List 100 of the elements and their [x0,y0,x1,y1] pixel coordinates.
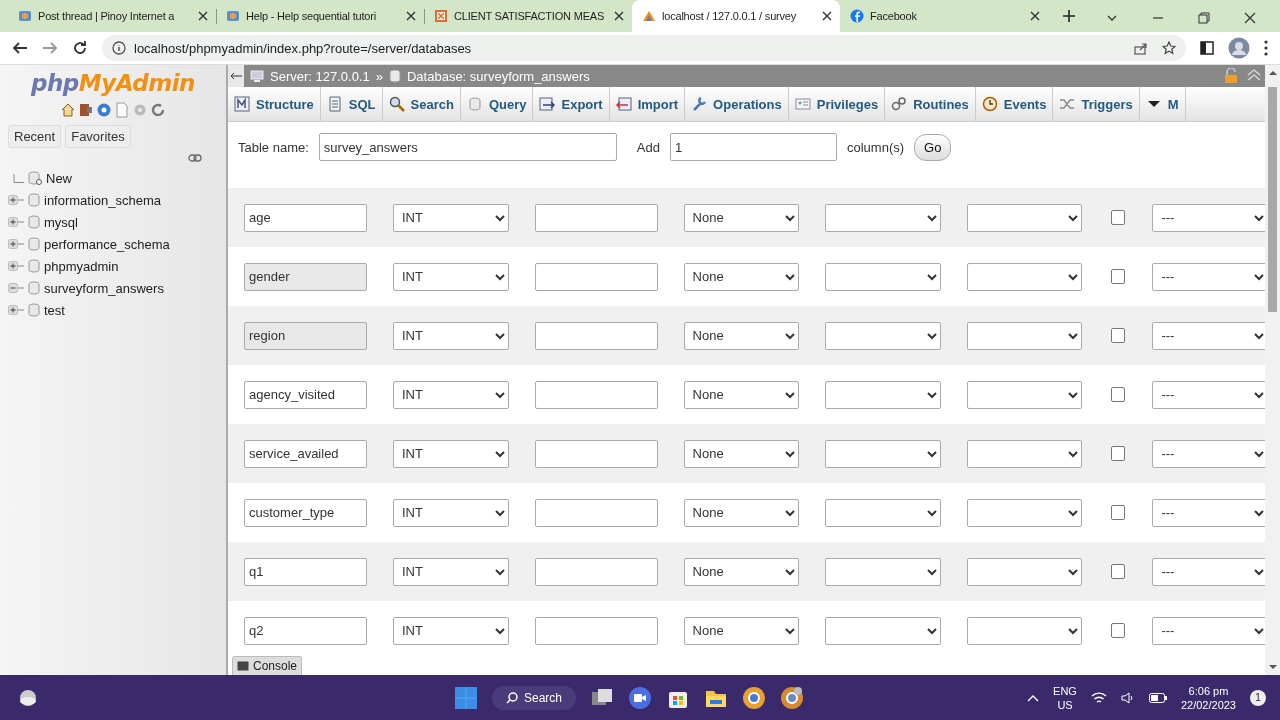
length-field[interactable] [534,557,658,586]
menu-tab[interactable]: Structure [228,87,321,121]
browser-icon[interactable] [780,685,805,710]
length-field[interactable] [534,498,658,527]
close-icon[interactable] [198,11,208,21]
expand-icon[interactable] [8,192,24,208]
tree-item[interactable]: New [46,170,72,186]
expand-icon[interactable] [8,302,24,318]
expand-icon[interactable] [8,258,24,274]
column-name-field[interactable]: gender [244,262,367,291]
tree-item[interactable]: information_schema [44,192,162,208]
collation-select[interactable] [825,262,941,291]
index-select[interactable]: --- [1152,321,1265,350]
length-field[interactable] [534,380,658,409]
type-select[interactable]: INT [393,380,509,409]
default-select[interactable]: None [683,557,800,586]
null-checkbox[interactable] [1111,387,1126,402]
attributes-select[interactable] [966,203,1083,232]
breadcrumb-link[interactable]: Database: surveyform_answers [406,68,590,84]
default-select[interactable]: None [683,380,800,409]
reload-icon[interactable] [72,40,88,56]
breadcrumb-link[interactable]: Server: 127.0.0.1 [270,68,370,84]
battery-icon[interactable] [1148,692,1167,703]
browser-icon[interactable] [742,685,767,710]
null-checkbox[interactable] [1111,446,1126,461]
index-select[interactable]: --- [1152,262,1265,291]
attributes-select[interactable] [966,321,1083,350]
menu-tab[interactable]: Routines [885,87,976,121]
search-button[interactable]: Search [492,685,577,710]
more-icon[interactable] [1264,40,1268,56]
collapse-button[interactable] [228,65,244,87]
share-icon[interactable] [1134,41,1148,55]
collapse-up-icon[interactable] [1247,68,1261,82]
null-checkbox[interactable] [1111,623,1126,638]
length-field[interactable] [534,321,658,350]
menu-tab[interactable]: SQL [320,87,383,121]
index-select[interactable]: --- [1152,616,1265,645]
tree-item[interactable]: surveyform_answers [44,280,164,296]
attributes-select[interactable] [966,557,1083,586]
column-count-field[interactable]: 1 [669,133,837,161]
wifi-icon[interactable] [1090,690,1107,705]
default-select[interactable]: None [683,321,800,350]
null-checkbox[interactable] [1111,328,1126,343]
column-name-field[interactable]: age [244,203,367,232]
type-select[interactable]: INT [393,203,509,232]
forward-icon[interactable] [42,40,58,56]
index-select[interactable]: --- [1152,439,1265,468]
type-select[interactable]: INT [393,321,509,350]
go-button[interactable]: Go [914,133,952,161]
index-select[interactable]: --- [1152,203,1265,232]
index-select[interactable]: --- [1152,380,1265,409]
close-icon[interactable] [614,11,624,21]
attributes-select[interactable] [966,616,1083,645]
help-icon[interactable] [96,102,112,118]
collation-select[interactable] [825,557,941,586]
collapse-icon[interactable] [8,280,24,296]
address-bar[interactable]: localhost/phpmyadmin/index.php?route=/server/databases [102,35,1186,61]
exit-icon[interactable] [78,102,94,118]
back-icon[interactable] [12,40,28,56]
attributes-select[interactable] [966,380,1083,409]
start-icon[interactable] [454,685,478,710]
type-select[interactable]: INT [393,439,509,468]
index-select[interactable]: --- [1152,498,1265,527]
close-icon[interactable] [406,11,416,21]
sidebar-button[interactable]: Recent [8,125,62,148]
scrollbar-thumb[interactable] [1268,87,1277,312]
default-select[interactable]: None [683,498,800,527]
default-select[interactable]: None [683,203,800,232]
speaker-icon[interactable] [1120,690,1135,705]
browser-tab[interactable]: Help - Help sequential tutori [216,0,424,32]
menu-tab[interactable]: Export [533,87,610,121]
default-select[interactable]: None [683,262,800,291]
collation-select[interactable] [825,203,941,232]
browser-tab[interactable]: CLIENT SATISFACTION MEAS [424,0,632,32]
collation-select[interactable] [825,439,941,468]
browser-tab[interactable]: Post thread | Pinoy Internet a [8,0,216,32]
collation-select[interactable] [825,321,941,350]
column-name-field[interactable]: q2 [244,616,367,645]
collation-select[interactable] [825,380,941,409]
length-field[interactable] [534,262,658,291]
side-panel-icon[interactable] [1200,41,1214,55]
menu-tab[interactable]: M [1139,87,1186,121]
menu-tab[interactable]: Search [382,87,461,121]
tree-item[interactable]: phpmyadmin [44,258,119,274]
expand-icon[interactable] [8,214,24,230]
column-name-field[interactable]: agency_visited [244,380,367,409]
column-name-field[interactable]: region [244,321,367,350]
info-icon[interactable] [112,41,126,55]
tree-item[interactable]: test [44,302,65,318]
browser-tab[interactable]: Facebook [840,0,1048,32]
menu-tab[interactable]: Import [609,87,686,121]
new-tab-icon[interactable] [1062,9,1076,23]
type-select[interactable]: INT [393,616,509,645]
menu-tab[interactable]: Operations [685,87,789,121]
tree-item[interactable]: performance_schema [44,236,170,252]
column-name-field[interactable]: customer_type [244,498,367,527]
language-indicator[interactable]: ENG US [1053,683,1077,712]
menu-tab[interactable]: Triggers [1053,87,1140,121]
null-checkbox[interactable] [1111,564,1126,579]
attributes-select[interactable] [966,262,1083,291]
